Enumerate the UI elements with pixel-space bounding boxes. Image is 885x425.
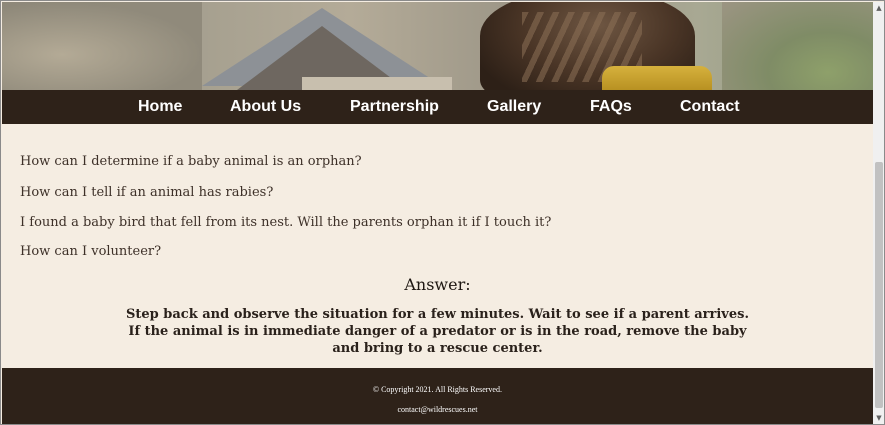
answer-text: Step back and observe the situation for … <box>126 307 749 356</box>
main-navigation: Home About Us Partnership Gallery FAQs C… <box>2 90 873 124</box>
nav-home-link[interactable]: Home <box>138 90 182 124</box>
answer-heading: Answer: <box>404 275 471 294</box>
nav-gallery-link[interactable]: Gallery <box>487 90 541 124</box>
site-footer: © Copyright 2021. All Rights Reserved. c… <box>2 368 873 424</box>
faq-question-rabies[interactable]: How can I tell if an animal has rabies? <box>20 185 273 200</box>
faq-question-orphan[interactable]: How can I determine if a baby animal is … <box>20 154 362 169</box>
hero-banner-image <box>2 2 873 90</box>
scrollbar-thumb[interactable] <box>875 162 883 408</box>
footer-contact-email[interactable]: contact@wildrescues.net <box>2 405 873 414</box>
faq-content: How can I determine if a baby animal is … <box>2 124 873 368</box>
nav-contact-link[interactable]: Contact <box>680 90 740 124</box>
nav-partnership-link[interactable]: Partnership <box>350 90 439 124</box>
browser-viewport: Home About Us Partnership Gallery FAQs C… <box>0 0 885 425</box>
footer-copyright: © Copyright 2021. All Rights Reserved. <box>373 385 502 394</box>
scroll-up-arrow-icon[interactable]: ▲ <box>873 2 884 14</box>
nav-about-us-link[interactable]: About Us <box>230 90 301 124</box>
vertical-scrollbar[interactable]: ▲ ▼ <box>873 2 884 424</box>
faq-question-volunteer[interactable]: How can I volunteer? <box>20 244 161 259</box>
faq-question-baby-bird[interactable]: I found a baby bird that fell from its n… <box>20 215 551 230</box>
hero-house-base <box>302 77 452 90</box>
hero-background-blur <box>2 2 202 90</box>
hero-perch-shape <box>602 66 712 90</box>
page: Home About Us Partnership Gallery FAQs C… <box>2 2 873 424</box>
scroll-down-arrow-icon[interactable]: ▼ <box>873 412 884 424</box>
nav-faqs-link[interactable]: FAQs <box>590 90 632 124</box>
hero-foliage <box>722 2 873 90</box>
